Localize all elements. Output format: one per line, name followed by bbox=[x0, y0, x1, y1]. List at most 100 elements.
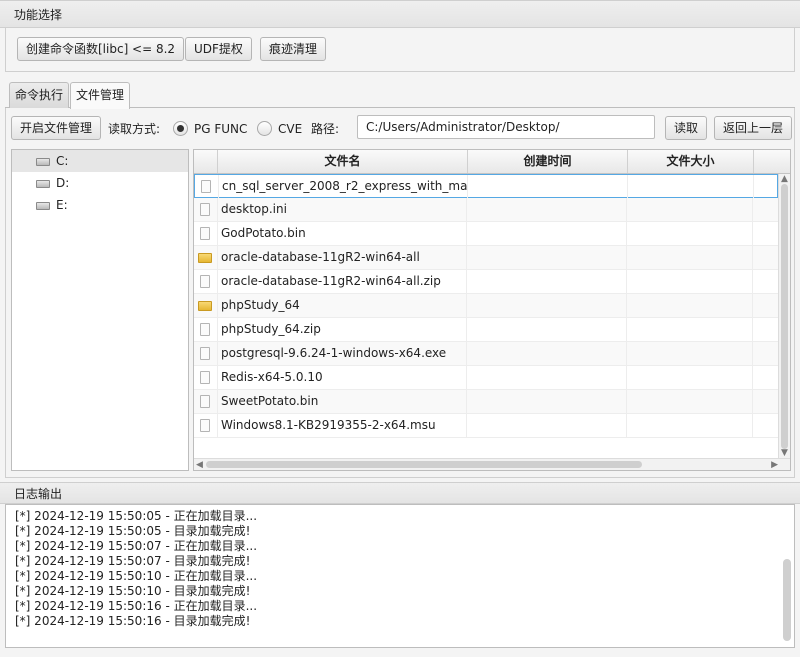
tab-file-manager[interactable]: 文件管理 bbox=[70, 82, 130, 109]
table-row[interactable]: desktop.ini bbox=[194, 198, 778, 222]
back-up-button[interactable]: 返回上一层 bbox=[714, 116, 793, 140]
radio-pg-func[interactable] bbox=[173, 121, 188, 136]
table-horizontal-scroll-thumb[interactable] bbox=[206, 461, 642, 468]
created-time-cell bbox=[467, 366, 627, 389]
cve-label[interactable]: CVE bbox=[278, 121, 302, 137]
file-name-cell[interactable]: Windows8.1-KB2919355-2-x64.msu bbox=[221, 414, 467, 437]
drive-label: C: bbox=[56, 154, 69, 168]
table-row[interactable]: GodPotato.bin bbox=[194, 222, 778, 246]
table-row[interactable]: oracle-database-11gR2-win64-all.zip bbox=[194, 270, 778, 294]
table-row[interactable]: SweetPotato.bin bbox=[194, 390, 778, 414]
create-cmd-function-button[interactable]: 创建命令函数[libc] <= 8.2 bbox=[17, 37, 185, 61]
tab-bar: 命令执行 文件管理 bbox=[5, 78, 795, 109]
file-size-cell bbox=[627, 246, 753, 269]
row-icon-cell bbox=[194, 414, 218, 437]
created-time-cell bbox=[467, 414, 627, 437]
created-time-cell bbox=[467, 342, 627, 365]
file-icon bbox=[200, 203, 210, 216]
file-size-cell bbox=[628, 175, 754, 198]
created-time-cell bbox=[467, 390, 627, 413]
log-vertical-scroll-thumb[interactable] bbox=[783, 559, 791, 641]
row-icon-cell bbox=[194, 294, 218, 317]
table-row[interactable]: phpStudy_64 bbox=[194, 294, 778, 318]
table-row[interactable]: Windows8.1-KB2919355-2-x64.msu bbox=[194, 414, 778, 438]
radio-cve[interactable] bbox=[257, 121, 272, 136]
row-icon-cell bbox=[194, 222, 218, 245]
created-time-cell bbox=[467, 270, 627, 293]
table-header: 文件名 创建时间 文件大小 bbox=[194, 150, 790, 174]
folder-icon bbox=[198, 253, 212, 263]
log-line: [*] 2024-12-19 15:50:05 - 正在加载目录... bbox=[15, 509, 258, 523]
file-size-cell bbox=[627, 414, 753, 437]
file-name-cell[interactable]: Redis-x64-5.0.10 bbox=[221, 366, 467, 389]
created-time-cell bbox=[467, 294, 627, 317]
row-icon-cell bbox=[194, 198, 218, 221]
file-name-cell[interactable]: phpStudy_64 bbox=[221, 294, 467, 317]
scroll-up-icon[interactable]: ▲ bbox=[781, 174, 788, 184]
drive-item-e[interactable]: E: bbox=[12, 194, 188, 216]
file-name-cell[interactable]: cn_sql_server_2008_r2_express_with_ma... bbox=[222, 175, 468, 198]
udf-privilege-button[interactable]: UDF提权 bbox=[185, 37, 252, 61]
read-mode-label: 读取方式: bbox=[108, 122, 161, 136]
table-vertical-scrollbar[interactable]: ▲ ▼ bbox=[778, 174, 790, 458]
log-line: [*] 2024-12-19 15:50:07 - 正在加载目录... bbox=[15, 539, 258, 553]
file-name-cell[interactable]: postgresql-9.6.24-1-windows-x64.exe bbox=[221, 342, 467, 365]
log-line: [*] 2024-12-19 15:50:16 - 目录加载完成! bbox=[15, 614, 251, 628]
drive-icon bbox=[36, 180, 50, 188]
log-vertical-scrollbar[interactable] bbox=[782, 507, 792, 645]
table-horizontal-scrollbar[interactable]: ◀ ▶ bbox=[194, 458, 790, 470]
header-file-size[interactable]: 文件大小 bbox=[628, 150, 754, 173]
drive-label: D: bbox=[56, 176, 70, 190]
file-name-cell[interactable]: oracle-database-11gR2-win64-all.zip bbox=[221, 270, 467, 293]
table-vertical-scroll-thumb[interactable] bbox=[781, 184, 788, 449]
table-row[interactable]: phpStudy_64.zip bbox=[194, 318, 778, 342]
file-size-cell bbox=[627, 366, 753, 389]
table-row[interactable]: oracle-database-11gR2-win64-all bbox=[194, 246, 778, 270]
table-row[interactable]: Redis-x64-5.0.10 bbox=[194, 366, 778, 390]
drive-item-d[interactable]: D: bbox=[12, 172, 188, 194]
drive-item-c[interactable]: C: bbox=[12, 150, 188, 172]
clean-traces-button[interactable]: 痕迹清理 bbox=[260, 37, 327, 61]
file-name-cell[interactable]: desktop.ini bbox=[221, 198, 467, 221]
radio-selected-dot bbox=[177, 125, 184, 132]
scroll-down-icon[interactable]: ▼ bbox=[781, 448, 788, 458]
file-size-cell bbox=[627, 342, 753, 365]
function-select-title: 功能选择 bbox=[0, 0, 800, 28]
file-size-cell bbox=[627, 294, 753, 317]
row-icon-cell bbox=[194, 270, 218, 293]
table-row[interactable]: postgresql-9.6.24-1-windows-x64.exe bbox=[194, 342, 778, 366]
file-manager-panel: 开启文件管理 读取方式: PG FUNC CVE 路径: 读取 返回上一层 C:… bbox=[5, 108, 795, 478]
row-icon-cell bbox=[194, 246, 218, 269]
header-created-time[interactable]: 创建时间 bbox=[468, 150, 628, 173]
file-icon bbox=[200, 371, 210, 384]
created-time-cell bbox=[467, 246, 627, 269]
file-table: 文件名 创建时间 文件大小 cn_sql_server_2008_r2_expr… bbox=[193, 149, 791, 471]
read-button[interactable]: 读取 bbox=[665, 116, 708, 140]
function-panel: 创建命令函数[libc] <= 8.2 UDF提权 痕迹清理 bbox=[5, 28, 795, 72]
created-time-cell bbox=[468, 175, 628, 198]
file-name-cell[interactable]: GodPotato.bin bbox=[221, 222, 467, 245]
row-icon-cell bbox=[195, 175, 219, 198]
path-input[interactable] bbox=[357, 115, 655, 139]
file-size-cell bbox=[627, 198, 753, 221]
row-icon-cell bbox=[194, 342, 218, 365]
open-file-manager-button[interactable]: 开启文件管理 bbox=[11, 116, 102, 140]
file-name-cell[interactable]: phpStudy_64.zip bbox=[221, 318, 467, 341]
file-name-cell[interactable]: SweetPotato.bin bbox=[221, 390, 467, 413]
file-size-cell bbox=[627, 390, 753, 413]
created-time-cell bbox=[467, 198, 627, 221]
file-size-cell bbox=[627, 270, 753, 293]
tab-command-exec[interactable]: 命令执行 bbox=[9, 82, 69, 108]
header-file-name[interactable]: 文件名 bbox=[218, 150, 468, 173]
log-output-area[interactable]: [*] 2024-12-19 15:50:05 - 正在加载目录... [*] 2… bbox=[5, 504, 795, 648]
pg-func-label[interactable]: PG FUNC bbox=[194, 121, 247, 137]
scroll-left-icon[interactable]: ◀ bbox=[196, 460, 203, 470]
scroll-right-icon[interactable]: ▶ bbox=[771, 460, 778, 470]
created-time-cell bbox=[467, 318, 627, 341]
drive-icon bbox=[36, 202, 50, 210]
file-name-cell[interactable]: oracle-database-11gR2-win64-all bbox=[221, 246, 467, 269]
log-output-title: 日志输出 bbox=[0, 482, 800, 504]
log-line: [*] 2024-12-19 15:50:05 - 目录加载完成! bbox=[15, 524, 251, 538]
drive-tree: C: D: E: bbox=[11, 149, 189, 471]
table-row[interactable]: cn_sql_server_2008_r2_express_with_ma... bbox=[194, 174, 778, 198]
